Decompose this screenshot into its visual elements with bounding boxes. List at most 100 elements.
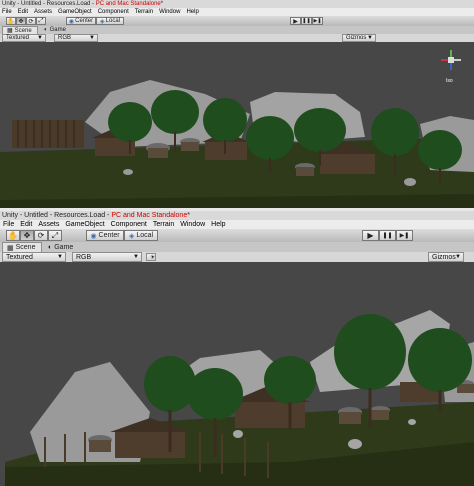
menu-edit[interactable]: Edit	[20, 220, 32, 229]
hand-tool-button[interactable]: ✋	[6, 17, 16, 25]
menu-window[interactable]: Window	[159, 8, 180, 16]
tab-game[interactable]: ◐ Game	[40, 26, 76, 34]
tab-game-label: Game	[49, 27, 66, 33]
tree	[264, 356, 316, 404]
scale-tool-button[interactable]: ⤢	[48, 230, 62, 241]
title-bar: Unity - Untitled - Resources.Load - PC a…	[0, 0, 474, 8]
color-mode-value: RGB	[76, 253, 92, 261]
scene-view[interactable]: Iso	[0, 42, 474, 208]
step-icon: ▶❚	[313, 18, 322, 24]
hut	[320, 154, 375, 174]
dropdown-arrow-icon: ▼	[367, 35, 373, 41]
scene-render	[0, 262, 474, 486]
tab-scene-label: Scene	[14, 27, 32, 34]
tab-scene[interactable]: ▦ Scene	[2, 26, 38, 34]
round-tent-base	[457, 384, 474, 393]
stone	[348, 439, 362, 449]
lighting-toggle[interactable]: ☀	[146, 253, 156, 261]
local-icon: ◈	[100, 18, 105, 25]
title-modified-marker: *	[160, 1, 164, 7]
game-tab-icon: ◐	[48, 243, 53, 251]
pivot-local-button[interactable]: ◈ Local	[96, 17, 124, 25]
menu-assets[interactable]: Assets	[34, 8, 52, 16]
pause-icon: ❚❚	[302, 18, 311, 24]
rotate-icon: ⟳	[28, 18, 34, 25]
menu-edit[interactable]: Edit	[18, 8, 28, 16]
scene-render: Iso	[0, 42, 474, 208]
menu-bar: File Edit Assets GameObject Component Terrain…	[0, 220, 474, 229]
tree	[294, 108, 346, 152]
round-tent-base	[296, 167, 314, 176]
tab-scene[interactable]: ▦ Scene	[2, 242, 42, 252]
step-button[interactable]: ▶❚	[312, 17, 323, 25]
menu-gameobject[interactable]: GameObject	[65, 220, 104, 229]
menu-help[interactable]: Help	[186, 8, 198, 16]
rotate-tool-button[interactable]: ⟳	[34, 230, 48, 241]
wooden-fence	[12, 120, 84, 148]
move-tool-button[interactable]: ✥	[16, 17, 26, 25]
move-tool-button[interactable]: ✥	[20, 230, 34, 241]
menu-file[interactable]: File	[3, 220, 14, 229]
scene-tab-icon: ▦	[7, 28, 13, 34]
menu-window[interactable]: Window	[180, 220, 205, 229]
hand-icon: ✋	[8, 231, 18, 240]
pivot-local-button[interactable]: ◈ Local	[124, 230, 158, 241]
menu-assets[interactable]: Assets	[38, 220, 59, 229]
center-label: Center	[75, 18, 94, 24]
tree	[151, 90, 199, 134]
pivot-center-button[interactable]: ◉ Center	[66, 17, 96, 25]
gizmos-value: Gizmos	[346, 35, 367, 41]
menu-component[interactable]: Component	[111, 220, 147, 229]
color-mode-dropdown[interactable]: RGB ▼	[72, 252, 142, 262]
unity-window-bottom: Unity - Untitled - Resources.Load - PC a…	[0, 211, 474, 486]
rotate-tool-button[interactable]: ⟳	[26, 17, 36, 25]
stone	[408, 419, 416, 425]
dropdown-arrow-icon: ▼	[133, 254, 139, 260]
pause-button[interactable]: ❚❚	[301, 17, 312, 25]
local-label: Local	[136, 232, 154, 239]
title-text: Unity - Untitled - Resources.Load -	[2, 1, 96, 7]
menu-component[interactable]: Component	[98, 8, 129, 16]
play-button[interactable]: ▶	[362, 230, 379, 241]
menu-help[interactable]: Help	[211, 220, 225, 229]
render-mode-dropdown[interactable]: Textured ▼	[2, 252, 66, 262]
pause-icon: ❚❚	[382, 233, 393, 239]
scene-tab-icon: ▦	[7, 244, 14, 252]
scale-icon: ⤢	[38, 17, 44, 24]
render-mode-value: Textured	[6, 253, 33, 261]
tree	[144, 356, 196, 412]
scale-tool-button[interactable]: ⤢	[36, 17, 46, 25]
menu-file[interactable]: File	[2, 8, 12, 16]
rotate-icon: ⟳	[37, 231, 45, 240]
pause-button[interactable]: ❚❚	[379, 230, 396, 241]
gizmos-dropdown[interactable]: Gizmos ▼	[428, 252, 464, 262]
pivot-center-button[interactable]: ◉ Center	[86, 230, 124, 241]
gizmos-value: Gizmos	[432, 253, 456, 261]
render-mode-dropdown[interactable]: Textured ▼	[2, 34, 46, 42]
dropdown-arrow-icon: ▼	[57, 254, 63, 260]
hand-tool-button[interactable]: ✋	[6, 230, 20, 241]
tree	[371, 108, 419, 156]
tree	[334, 314, 406, 390]
step-button[interactable]: ▶❚	[396, 230, 413, 241]
move-icon: ✥	[23, 231, 31, 240]
color-mode-value: RGB	[58, 35, 72, 41]
round-tent-base	[371, 410, 389, 420]
color-mode-dropdown[interactable]: RGB ▼	[54, 34, 98, 42]
round-tent-base	[148, 148, 168, 158]
menu-terrain[interactable]: Terrain	[153, 220, 174, 229]
menu-gameobject[interactable]: GameObject	[58, 8, 92, 16]
dropdown-arrow-icon: ▼	[89, 35, 95, 41]
play-icon: ▶	[293, 18, 298, 25]
house	[235, 402, 305, 428]
menu-terrain[interactable]: Terrain	[135, 8, 153, 16]
play-button[interactable]: ▶	[290, 17, 301, 25]
render-mode-value: Textured	[6, 35, 30, 41]
step-icon: ▶❚	[399, 233, 410, 239]
tab-game[interactable]: ◐ Game	[44, 242, 84, 252]
tab-game-label: Game	[54, 243, 74, 251]
center-label: Center	[98, 232, 120, 239]
title-modified-marker: *	[187, 212, 190, 219]
scene-view[interactable]	[0, 262, 474, 486]
gizmos-dropdown[interactable]: Gizmos ▼	[342, 34, 376, 42]
